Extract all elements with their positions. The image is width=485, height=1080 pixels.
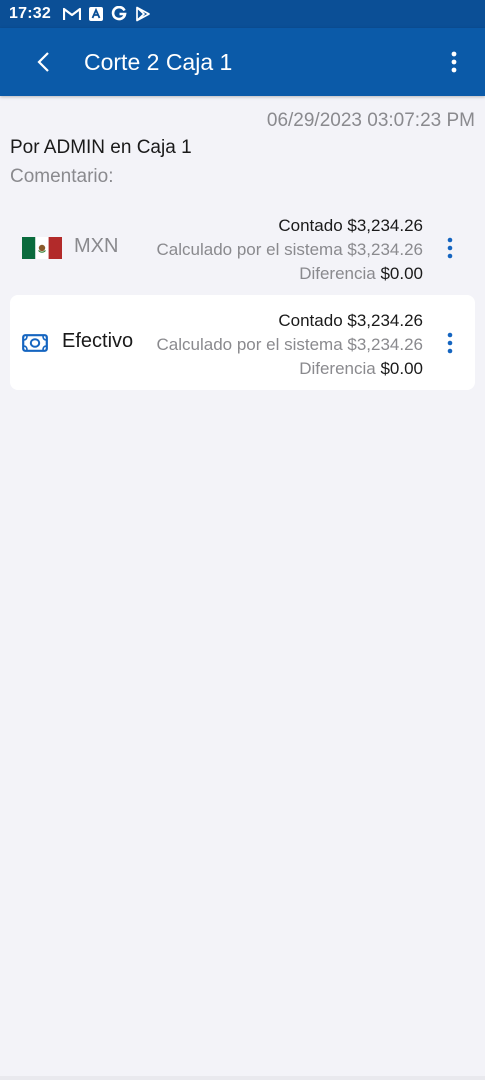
calculated-amount: Calculado por el sistema $3,234.26 bbox=[156, 240, 424, 259]
difference-value: $0.00 bbox=[380, 359, 423, 378]
counted-amount: Contado $3,234.26 bbox=[278, 216, 423, 235]
row-menu-button[interactable] bbox=[438, 233, 462, 263]
difference-value: $0.00 bbox=[380, 264, 423, 283]
difference-label: Diferencia bbox=[299, 264, 381, 283]
currency-row-mxn[interactable]: MXN Contado $3,234.26 Calculado por el s… bbox=[10, 200, 475, 295]
calculated-amount: Calculado por el sistema $3,234.26 bbox=[156, 335, 424, 354]
play-store-icon bbox=[135, 6, 151, 22]
mexico-flag-icon bbox=[22, 237, 62, 264]
chevron-left-icon bbox=[37, 52, 49, 72]
cut-author-line: Por ADMIN en Caja 1 bbox=[10, 137, 192, 158]
google-icon bbox=[111, 6, 127, 22]
more-vert-icon bbox=[447, 237, 453, 259]
cash-icon bbox=[22, 332, 48, 357]
gmail-icon bbox=[62, 7, 81, 21]
app-a-icon bbox=[88, 7, 103, 21]
comment-label: Comentario: bbox=[10, 166, 114, 187]
difference-line: Diferencia $0.00 bbox=[157, 357, 423, 381]
row-name: Efectivo bbox=[62, 330, 134, 352]
row-amounts: Contado $3,234.26 Calculado por el siste… bbox=[157, 214, 424, 286]
more-vert-icon bbox=[447, 332, 453, 354]
cut-timestamp: 06/29/2023 03:07:23 PM bbox=[266, 110, 475, 131]
difference-label: Diferencia bbox=[299, 359, 381, 378]
more-vert-icon bbox=[451, 51, 457, 73]
difference-line: Diferencia $0.00 bbox=[157, 262, 423, 286]
counted-amount: Contado $3,234.26 bbox=[278, 311, 423, 330]
row-menu-button[interactable] bbox=[438, 328, 462, 358]
navigation-bar-edge bbox=[0, 1076, 485, 1080]
app-bar: Corte 2 Caja 1 bbox=[0, 28, 485, 96]
status-icons bbox=[62, 6, 151, 22]
status-bar: 17:32 bbox=[0, 0, 485, 28]
overflow-menu-button[interactable] bbox=[440, 48, 468, 76]
page-title: Corte 2 Caja 1 bbox=[84, 49, 233, 75]
status-time: 17:32 bbox=[9, 5, 51, 22]
back-button[interactable] bbox=[30, 48, 58, 76]
payment-row-cash[interactable]: Efectivo Contado $3,234.26 Calculado por… bbox=[10, 295, 475, 390]
row-amounts: Contado $3,234.26 Calculado por el siste… bbox=[157, 309, 424, 381]
row-name: MXN bbox=[74, 235, 119, 257]
